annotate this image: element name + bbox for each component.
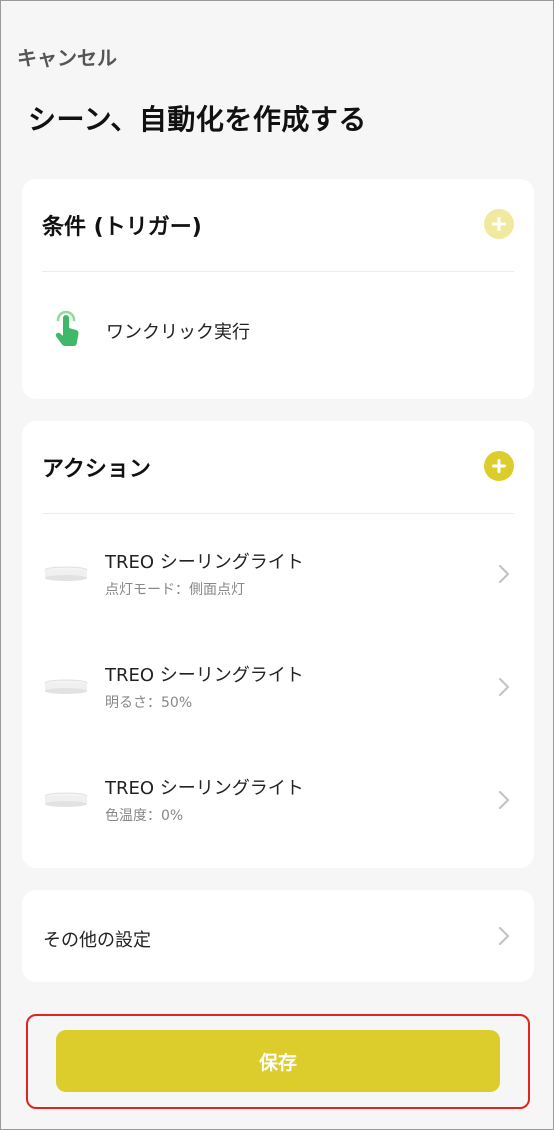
conditions-card: 条件 (トリガー) ワンクリック実行 (22, 179, 534, 399)
other-settings-row[interactable]: その他の設定 (22, 890, 534, 982)
action-detail: 点灯モード：側面点灯 (105, 582, 245, 598)
save-highlight-box: 保存 (26, 1014, 530, 1109)
tap-hand-icon (55, 310, 79, 347)
plus-circle-icon (484, 209, 514, 239)
other-settings-label: その他の設定 (43, 930, 151, 951)
conditions-title: 条件 (トリガー) (42, 215, 202, 240)
add-condition-button[interactable] (484, 209, 514, 239)
action-item[interactable]: TREO シーリングライト 点灯モード：側面点灯 (22, 520, 534, 633)
action-device-name: TREO シーリングライト (105, 552, 304, 573)
action-device-name: TREO シーリングライト (105, 665, 304, 686)
actions-card: アクション TREO シーリングライト 点灯モード：側面点灯 TREO シーリン… (22, 421, 534, 868)
chevron-right-icon (499, 678, 509, 696)
add-action-button[interactable] (484, 451, 514, 481)
chevron-right-icon (499, 565, 509, 583)
ceiling-light-icon (44, 792, 88, 807)
chevron-right-icon (499, 927, 509, 945)
action-detail: 色温度：0% (105, 808, 184, 824)
action-item[interactable]: TREO シーリングライト 明るさ：50% (22, 633, 534, 746)
ceiling-light-icon (44, 679, 88, 694)
conditions-header: 条件 (トリガー) (42, 179, 514, 272)
actions-title: アクション (42, 457, 151, 482)
page-title: シーン、自動化を作成する (28, 103, 367, 136)
action-device-name: TREO シーリングライト (105, 778, 304, 799)
trigger-label: ワンクリック実行 (106, 322, 250, 343)
trigger-one-click[interactable]: ワンクリック実行 (22, 272, 534, 398)
action-detail: 明るさ：50% (105, 695, 193, 711)
app-screen: キャンセル シーン、自動化を作成する 条件 (トリガー) ワンクリック実行 アク… (0, 0, 554, 1130)
ceiling-light-icon (44, 566, 88, 581)
chevron-right-icon (499, 791, 509, 809)
actions-header: アクション (42, 421, 514, 514)
save-button[interactable]: 保存 (56, 1030, 500, 1092)
plus-circle-icon (484, 451, 514, 481)
action-item[interactable]: TREO シーリングライト 色温度：0% (22, 746, 534, 859)
cancel-button[interactable]: キャンセル (17, 42, 117, 71)
